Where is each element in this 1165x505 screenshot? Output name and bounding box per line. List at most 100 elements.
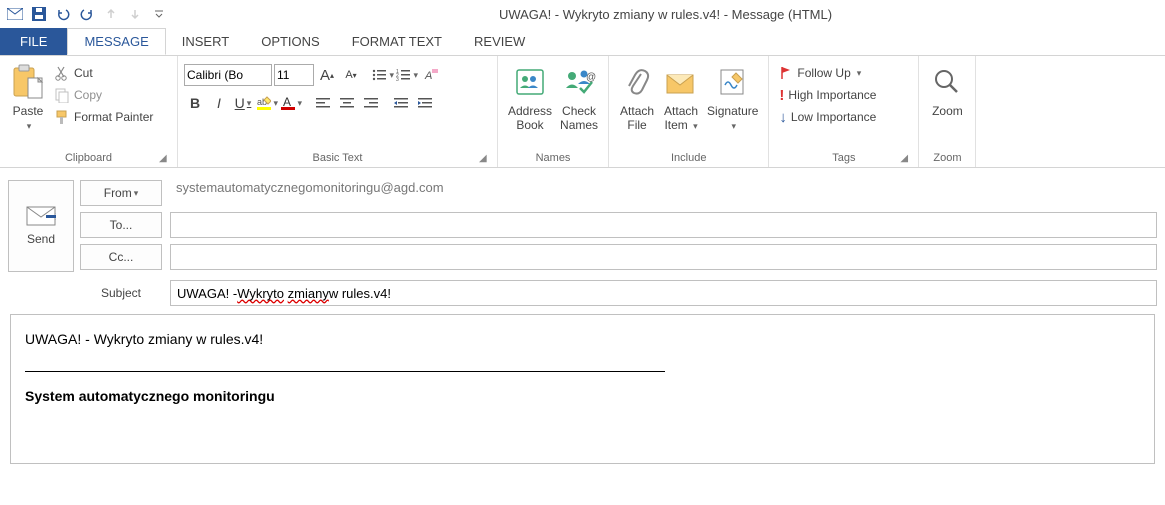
body-signature: System automatycznego monitoringu xyxy=(25,388,1140,404)
save-icon[interactable] xyxy=(28,3,50,25)
format-painter-label: Format Painter xyxy=(74,110,153,124)
names-group-label: Names xyxy=(504,149,602,167)
underline-icon[interactable]: U▾ xyxy=(232,92,254,114)
svg-text:A: A xyxy=(283,95,291,109)
attach-item-icon xyxy=(665,62,697,102)
send-icon xyxy=(26,206,56,226)
highlight-icon[interactable]: ab▾ xyxy=(256,92,278,114)
low-importance-icon: ↓ xyxy=(779,109,787,126)
attach-file-label: Attach File xyxy=(620,104,654,132)
font-name-select[interactable] xyxy=(184,64,272,86)
tags-dialog-launcher[interactable]: ◢ xyxy=(900,153,912,165)
to-button[interactable]: To... xyxy=(80,212,162,238)
attach-item-button[interactable]: Attach Item ▾ xyxy=(659,60,703,148)
font-color-icon[interactable]: A▾ xyxy=(280,92,302,114)
italic-icon[interactable]: I xyxy=(208,92,230,114)
shrink-font-icon[interactable]: A▾ xyxy=(340,64,362,86)
signature-button[interactable]: Signature▾ xyxy=(703,60,762,148)
from-label: From xyxy=(104,186,132,200)
format-painter-icon xyxy=(54,109,70,125)
font-size-select[interactable] xyxy=(274,64,314,86)
redo-icon[interactable] xyxy=(76,3,98,25)
from-button[interactable]: From ▾ xyxy=(80,180,162,206)
paste-icon xyxy=(12,62,44,102)
to-input[interactable] xyxy=(170,212,1157,238)
undo-icon[interactable] xyxy=(52,3,74,25)
align-right-icon[interactable] xyxy=(360,92,382,114)
include-group-label: Include xyxy=(615,149,762,167)
qat-customize-icon[interactable] xyxy=(148,3,170,25)
align-left-icon[interactable] xyxy=(312,92,334,114)
basic-text-group-label: Basic Text xyxy=(313,152,363,164)
cc-input[interactable] xyxy=(170,244,1157,270)
chevron-down-icon: ▾ xyxy=(693,121,698,131)
cut-label: Cut xyxy=(74,66,93,80)
address-book-icon xyxy=(513,62,547,102)
format-painter-button[interactable]: Format Painter xyxy=(50,106,157,128)
basic-text-dialog-launcher[interactable]: ◢ xyxy=(479,153,491,165)
numbered-list-icon[interactable]: 123▾ xyxy=(396,64,418,86)
svg-text:A: A xyxy=(424,70,432,82)
chevron-down-icon: ▾ xyxy=(134,188,139,199)
clipboard-dialog-launcher[interactable]: ◢ xyxy=(159,153,171,165)
from-value: systemautomatycznegomonitoringu@agd.com xyxy=(170,180,1157,206)
message-body[interactable]: UWAGA! - Wykryto zmiany w rules.v4! Syst… xyxy=(10,314,1155,464)
window-icon[interactable] xyxy=(4,3,26,25)
send-label: Send xyxy=(27,232,55,246)
high-importance-button[interactable]: ! High Importance xyxy=(775,84,880,106)
tab-file[interactable]: FILE xyxy=(0,28,67,55)
tab-message[interactable]: MESSAGE xyxy=(67,28,165,55)
subject-input[interactable]: UWAGA! - Wykryto zmiany w rules.v4! xyxy=(170,280,1157,306)
low-importance-label: Low Importance xyxy=(791,110,876,124)
zoom-button[interactable]: Zoom xyxy=(925,60,969,148)
clear-formatting-icon[interactable]: A xyxy=(420,64,442,86)
svg-text:@: @ xyxy=(586,72,596,83)
low-importance-button[interactable]: ↓ Low Importance xyxy=(775,106,880,128)
subject-label: Subject xyxy=(80,286,162,300)
body-line-1: UWAGA! - Wykryto zmiany w rules.v4! xyxy=(25,331,1140,347)
signature-icon xyxy=(718,62,748,102)
address-book-button[interactable]: Address Book xyxy=(504,60,556,148)
address-book-label: Address Book xyxy=(508,104,552,132)
copy-icon xyxy=(54,87,70,103)
next-icon xyxy=(124,3,146,25)
tab-insert[interactable]: INSERT xyxy=(166,28,245,55)
high-importance-label: High Importance xyxy=(788,88,876,102)
svg-text:3: 3 xyxy=(396,77,399,82)
paste-button[interactable]: Paste ▾ xyxy=(6,60,50,148)
copy-label: Copy xyxy=(74,88,102,102)
check-names-label: Check Names xyxy=(560,104,598,132)
clipboard-group-label: Clipboard xyxy=(65,152,112,164)
check-names-button[interactable]: @ Check Names xyxy=(556,60,602,148)
increase-indent-icon[interactable] xyxy=(414,92,436,114)
high-importance-icon: ! xyxy=(779,87,784,104)
tab-review[interactable]: REVIEW xyxy=(458,28,541,55)
window-title: UWAGA! - Wykryto zmiany w rules.v4! - Me… xyxy=(170,7,1161,22)
grow-font-icon[interactable]: A▴ xyxy=(316,64,338,86)
tab-options[interactable]: OPTIONS xyxy=(245,28,336,55)
cut-button[interactable]: Cut xyxy=(50,62,157,84)
bullet-list-icon[interactable]: ▾ xyxy=(372,64,394,86)
align-center-icon[interactable] xyxy=(336,92,358,114)
check-names-icon: @ xyxy=(562,62,596,102)
tab-format-text[interactable]: FORMAT TEXT xyxy=(336,28,458,55)
paperclip-icon xyxy=(623,62,651,102)
body-divider xyxy=(25,371,665,372)
paste-label: Paste xyxy=(13,104,44,118)
copy-button[interactable]: Copy xyxy=(50,84,157,106)
zoom-label: Zoom xyxy=(932,104,963,118)
cc-button[interactable]: Cc... xyxy=(80,244,162,270)
chevron-down-icon: ▾ xyxy=(857,68,862,79)
flag-icon xyxy=(779,66,793,80)
decrease-indent-icon[interactable] xyxy=(390,92,412,114)
follow-up-button[interactable]: Follow Up ▾ xyxy=(775,62,880,84)
previous-icon xyxy=(100,3,122,25)
tags-group-label: Tags xyxy=(832,152,855,164)
follow-up-label: Follow Up xyxy=(797,66,850,80)
attach-file-button[interactable]: Attach File xyxy=(615,60,659,148)
chevron-down-icon: ▾ xyxy=(731,121,736,131)
send-button[interactable]: Send xyxy=(8,180,74,272)
chevron-down-icon: ▾ xyxy=(27,121,32,131)
ribbon-tabs: FILE MESSAGE INSERT OPTIONS FORMAT TEXT … xyxy=(0,28,1165,56)
bold-icon[interactable]: B xyxy=(184,92,206,114)
